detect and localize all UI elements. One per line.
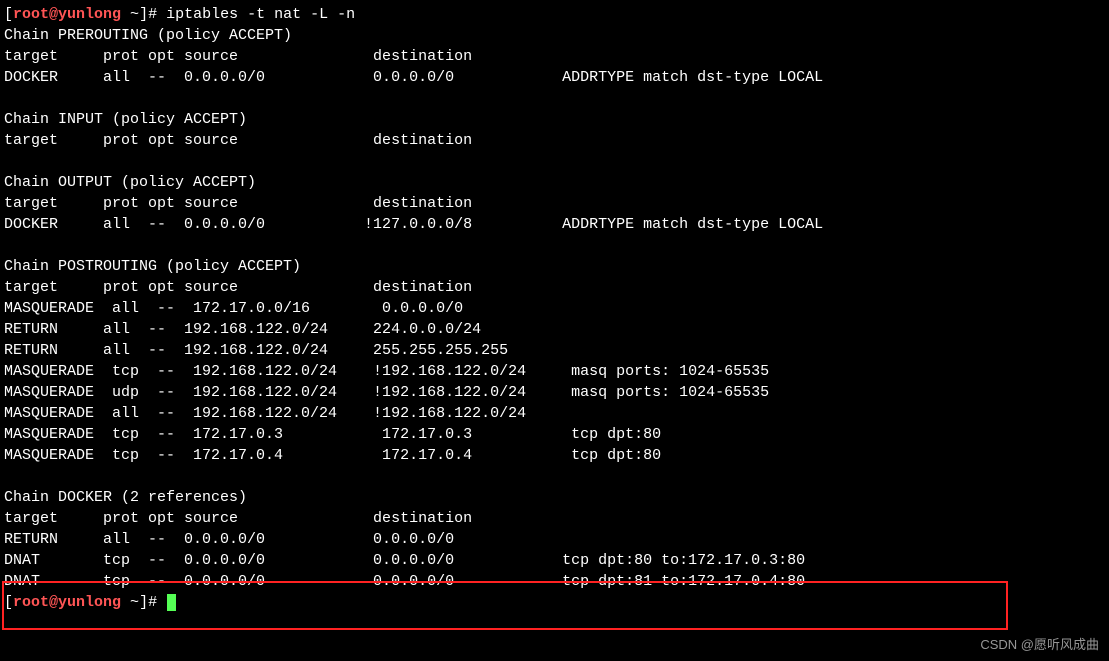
- bracket-open: [: [4, 594, 13, 611]
- prompt-user: root@yunlong: [13, 594, 121, 611]
- rule-row: MASQUERADE udp -- 192.168.122.0/24 !192.…: [4, 382, 1105, 403]
- column-headers: target prot opt source destination: [4, 193, 1105, 214]
- cursor-icon: [167, 594, 176, 611]
- column-headers: target prot opt source destination: [4, 277, 1105, 298]
- rule-row: RETURN all -- 192.168.122.0/24 255.255.2…: [4, 340, 1105, 361]
- rule-row: MASQUERADE tcp -- 172.17.0.3 172.17.0.3 …: [4, 424, 1105, 445]
- bracket-open: [: [4, 6, 13, 23]
- chain-docker-header: Chain DOCKER (2 references): [4, 487, 1105, 508]
- rule-row: RETURN all -- 0.0.0.0/0 0.0.0.0/0: [4, 529, 1105, 550]
- bracket-close: ]#: [139, 6, 166, 23]
- blank-line: [4, 466, 1105, 487]
- blank-line: [4, 88, 1105, 109]
- blank-line: [4, 151, 1105, 172]
- chain-output-header: Chain OUTPUT (policy ACCEPT): [4, 172, 1105, 193]
- rule-row-dnat: DNAT tcp -- 0.0.0.0/0 0.0.0.0/0 tcp dpt:…: [4, 571, 1105, 592]
- bracket-close: ]#: [139, 594, 166, 611]
- blank-line: [4, 235, 1105, 256]
- prompt-line-2[interactable]: [root@yunlong ~]#: [4, 592, 1105, 613]
- prompt-line-1: [root@yunlong ~]# iptables -t nat -L -n: [4, 4, 1105, 25]
- chain-prerouting-header: Chain PREROUTING (policy ACCEPT): [4, 25, 1105, 46]
- chain-input-header: Chain INPUT (policy ACCEPT): [4, 109, 1105, 130]
- column-headers: target prot opt source destination: [4, 508, 1105, 529]
- prompt-user: root@yunlong: [13, 6, 121, 23]
- column-headers: target prot opt source destination: [4, 46, 1105, 67]
- rule-row: MASQUERADE tcp -- 192.168.122.0/24 !192.…: [4, 361, 1105, 382]
- rule-row: DOCKER all -- 0.0.0.0/0 0.0.0.0/0 ADDRTY…: [4, 67, 1105, 88]
- rule-row-dnat: DNAT tcp -- 0.0.0.0/0 0.0.0.0/0 tcp dpt:…: [4, 550, 1105, 571]
- rule-row: DOCKER all -- 0.0.0.0/0 !127.0.0.0/8 ADD…: [4, 214, 1105, 235]
- prompt-tilde: ~: [121, 6, 139, 23]
- prompt-tilde: ~: [121, 594, 139, 611]
- rule-row: MASQUERADE all -- 192.168.122.0/24 !192.…: [4, 403, 1105, 424]
- rule-row: MASQUERADE all -- 172.17.0.0/16 0.0.0.0/…: [4, 298, 1105, 319]
- chain-postrouting-header: Chain POSTROUTING (policy ACCEPT): [4, 256, 1105, 277]
- rule-row: MASQUERADE tcp -- 172.17.0.4 172.17.0.4 …: [4, 445, 1105, 466]
- terminal-output: [root@yunlong ~]# iptables -t nat -L -n …: [4, 4, 1105, 613]
- rule-row: RETURN all -- 192.168.122.0/24 224.0.0.0…: [4, 319, 1105, 340]
- column-headers: target prot opt source destination: [4, 130, 1105, 151]
- command-text: iptables -t nat -L -n: [166, 6, 355, 23]
- watermark-text: CSDN @愿听风成曲: [980, 634, 1099, 655]
